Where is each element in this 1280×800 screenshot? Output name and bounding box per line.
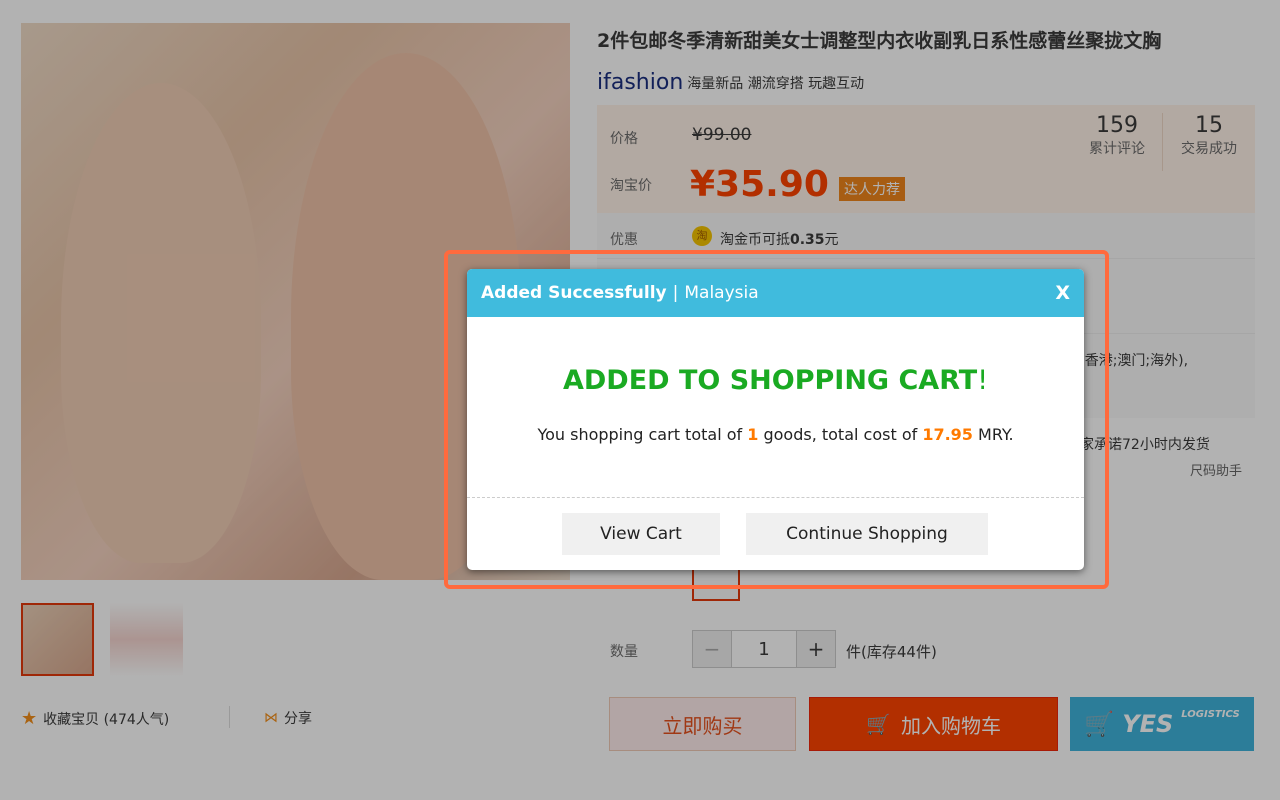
close-button[interactable]: X [1055,282,1070,304]
dialog-heading: ADDED TO SHOPPING CART! [562,365,989,396]
dialog-title: Added Successfully [481,283,667,303]
view-cart-button[interactable]: View Cart [562,513,720,555]
continue-shopping-button[interactable]: Continue Shopping [746,513,988,555]
dialog-header: Added Successfully | Malaysia X [467,269,1084,317]
divider [467,497,1084,498]
added-to-cart-dialog: Added Successfully | Malaysia X ADDED TO… [467,269,1084,570]
dialog-message: You shopping cart total of 1 goods, tota… [537,425,1014,444]
separator: | [672,283,679,303]
dialog-region: Malaysia [684,283,759,303]
